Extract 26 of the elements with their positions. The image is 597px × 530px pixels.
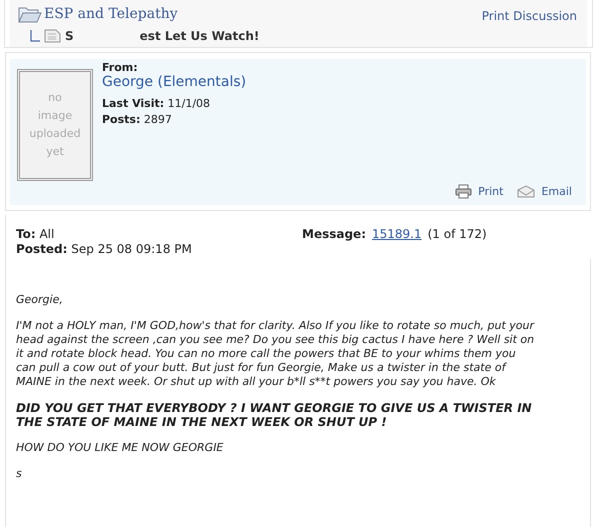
print-link[interactable]: Print bbox=[478, 185, 504, 198]
folder-icon bbox=[18, 5, 42, 23]
last-visit-text: Last Visit: 11/1/08 bbox=[102, 96, 212, 112]
printer-icon bbox=[455, 184, 472, 199]
thread-title[interactable]: S bbox=[65, 29, 74, 43]
author-name-link[interactable]: George (Elementals) bbox=[102, 74, 246, 90]
document-icon bbox=[44, 29, 61, 43]
tree-branch-icon bbox=[30, 30, 40, 42]
envelope-icon bbox=[517, 185, 536, 198]
message-position-text: (1 of 172) bbox=[428, 227, 487, 241]
post-count-text: Posts: 2897 bbox=[102, 112, 173, 128]
posted-date-text: Posted: Sep 25 08 09:18 PM bbox=[16, 242, 193, 257]
message-id-link[interactable]: 15189.1 bbox=[372, 227, 422, 241]
forum-link[interactable]: ESP and Telepathy bbox=[44, 6, 178, 22]
message-paragraph: HOW DO YOU LIKE ME NOW GEORGIE bbox=[16, 441, 224, 455]
message-paragraph: I'M not a HOLY man, I'M GOD,how's that for clarity. Also If you like to rotate so much, put your head against the screen ,can you see me? Do you see this big cactus I have here ? Well sit on it and rotate block head. You can no more call the powers that BE to your whims them you can pull a cow out of your butt. But just for fun Georgie, Make us a twister in the state of MAINE in the next week. Or shut up with all your b*ll s**t powers you say you have. Ok bbox=[16, 319, 536, 389]
from-label: From: bbox=[102, 61, 139, 74]
recipient-text: To: All bbox=[16, 227, 56, 242]
print-discussion-link[interactable]: Print Discussion bbox=[482, 8, 577, 22]
message-paragraph: Georgie, bbox=[16, 293, 64, 307]
message-label: Message: bbox=[302, 227, 366, 241]
email-link[interactable]: Email bbox=[541, 185, 572, 198]
message-paragraph: DID YOU GET THAT EVERYBODY ? I WANT GEORGIE TO GIVE US A TWISTER IN THE STATE OF MAINE IN THE NEXT WEEK OR SHUT UP ! bbox=[16, 401, 533, 429]
avatar-placeholder-text: no image uploaded yet bbox=[29, 90, 81, 160]
message-paragraph: s bbox=[16, 467, 23, 481]
thread-title[interactable]: est Let Us Watch! bbox=[140, 29, 260, 43]
